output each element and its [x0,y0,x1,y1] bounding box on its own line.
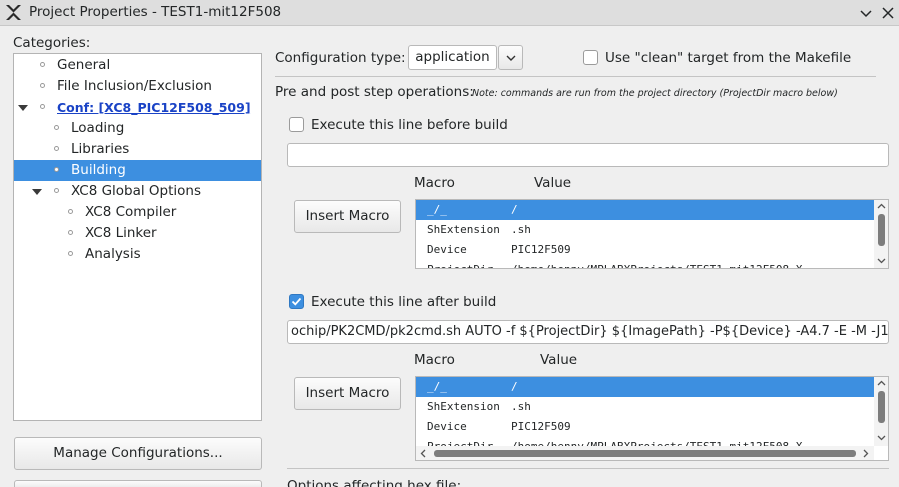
after-macro-column-header: Macro [414,352,455,368]
tree-item[interactable]: Analysis [14,244,261,265]
separator [287,468,889,469]
tree-bullet-icon [40,62,45,67]
macro-value-cell: / [511,380,518,393]
tree-item[interactable]: Loading [14,118,261,139]
macro-name-cell: _/_ [427,203,447,216]
tree-bullet-icon [54,125,59,130]
configuration-type-select[interactable]: application [408,45,497,70]
before-build-command-input[interactable] [287,143,889,167]
configuration-type-label: Configuration type: [275,50,406,66]
tree-bullet-icon [54,188,59,193]
scroll-down-icon[interactable] [877,435,886,441]
expand-arrow-icon[interactable] [32,189,42,195]
before-insert-macro-button[interactable]: Insert Macro [294,200,401,233]
tree-item[interactable]: XC8 Global Options [14,181,261,202]
tree-item-label: XC8 Compiler [85,204,177,220]
scroll-up-icon[interactable] [877,203,886,209]
execute-after-build-checkbox[interactable] [289,294,304,309]
tree-item-label: General [57,57,111,73]
macro-name-cell: ProjectDir [427,260,493,268]
after-horizontal-scrollbar[interactable] [416,446,874,460]
tree-item-label: XC8 Linker [85,225,157,241]
after-horizontal-scroll-thumb[interactable] [434,450,856,457]
tree-item[interactable]: XC8 Linker [14,223,261,244]
tree-item[interactable]: Libraries [14,139,261,160]
tree-item[interactable]: XC8 Compiler [14,202,261,223]
tree-bullet-icon [68,209,73,214]
secondary-button-partial[interactable] [14,480,262,487]
tree-bullet-icon [68,251,73,256]
table-row[interactable]: _/_ / [416,200,874,220]
macro-value-cell: PIC12F509 [511,420,571,433]
prepost-note: Note: commands are run from the project … [472,88,838,99]
macro-name-cell: ShExtension [427,223,500,236]
macro-name-cell: _/_ [427,380,447,393]
expand-arrow-icon[interactable] [18,105,28,111]
hex-options-label: Options affecting hex file: [287,478,462,487]
macro-value-cell: PIC12F509 [511,243,571,256]
separator [275,76,876,77]
tree-item[interactable]: Building [14,160,261,181]
tree-bullet-icon [54,146,59,151]
manage-configurations-button[interactable]: Manage Configurations... [14,437,262,470]
before-vertical-scrollbar[interactable] [874,200,888,268]
execute-before-build-checkbox[interactable] [289,117,304,132]
macro-value-cell: .sh [511,400,531,413]
macro-name-cell: ShExtension [427,400,500,413]
after-macro-table[interactable]: _/_/ShExtension.shDevicePIC12F509Project… [415,376,889,461]
tree-item[interactable]: File Inclusion/Exclusion [14,76,261,97]
prepost-label: Pre and post step operations: [275,84,474,100]
tree-item-label: Loading [71,120,125,136]
tree-item[interactable]: General [14,55,261,76]
window-minimize-icon[interactable] [858,5,874,21]
scroll-left-icon[interactable] [420,449,426,458]
use-clean-target-checkbox[interactable] [583,50,598,65]
table-row[interactable]: Device PIC12F509 [416,417,874,437]
tree-item[interactable]: Conf: [XC8_PIC12F508_509] [14,97,261,118]
macro-value-cell: / [511,203,518,216]
chevron-down-icon [506,55,516,61]
scroll-right-icon[interactable] [863,449,869,458]
scroll-up-icon[interactable] [877,380,886,386]
macro-name-cell: Device [427,420,467,433]
use-clean-target-label: Use "clean" target from the Makefile [605,50,852,66]
after-scroll-thumb[interactable] [878,391,885,423]
netbeans-app-icon [6,5,21,20]
window-title: Project Properties - TEST1-mit12F508 [29,4,282,20]
before-value-column-header: Value [534,175,572,191]
tree-bullet-icon [54,167,59,172]
table-row[interactable]: ShExtension .sh [416,220,874,240]
window-close-icon[interactable] [880,5,896,21]
before-macro-table[interactable]: _/_ / ShExtension .sh Device PIC12F509 Project… [415,199,889,269]
tree-bullet-icon [40,83,45,88]
table-row[interactable]: ShExtension .sh [416,397,874,417]
scroll-down-icon[interactable] [877,258,886,264]
categories-label: Categories: [13,35,91,51]
tree-item-label: Building [71,162,126,178]
after-build-command-input[interactable]: ochip/PK2CMD/pk2cmd.sh AUTO -f ${Project… [287,320,889,344]
table-row[interactable]: _/_ / [416,377,874,397]
tree-item-label: File Inclusion/Exclusion [57,78,212,94]
tree-item-label: Analysis [85,246,141,262]
table-row[interactable]: Device PIC12F509 [416,240,874,260]
macro-value-cell: .sh [511,223,531,236]
after-insert-macro-button[interactable]: Insert Macro [294,377,401,410]
after-value-column-header: Value [540,352,578,368]
categories-tree[interactable]: General File Inclusion/Exclusion Conf: [XC… [13,53,262,421]
checkmark-icon [291,297,302,306]
execute-before-build-label: Execute this line before build [311,117,508,133]
tree-item-label: Conf: [XC8_PIC12F508_509] [57,100,251,115]
tree-bullet-icon [40,104,45,109]
tree-bullet-icon [68,230,73,235]
before-scroll-thumb[interactable] [878,214,885,246]
before-macro-column-header: Macro [414,175,455,191]
tree-item-label: Libraries [71,141,130,157]
macro-value-cell: /home/henny/MPLABXProjects/TEST1-mit12F5… [511,260,802,268]
macro-name-cell: Device [427,243,467,256]
after-vertical-scrollbar[interactable] [874,377,888,446]
execute-after-build-label: Execute this line after build [311,294,497,310]
configuration-type-dropdown-button[interactable] [498,45,523,70]
tree-item-label: XC8 Global Options [71,183,202,199]
table-row[interactable]: ProjectDir/home/henny/MPLABXProjects/TES… [416,260,874,268]
